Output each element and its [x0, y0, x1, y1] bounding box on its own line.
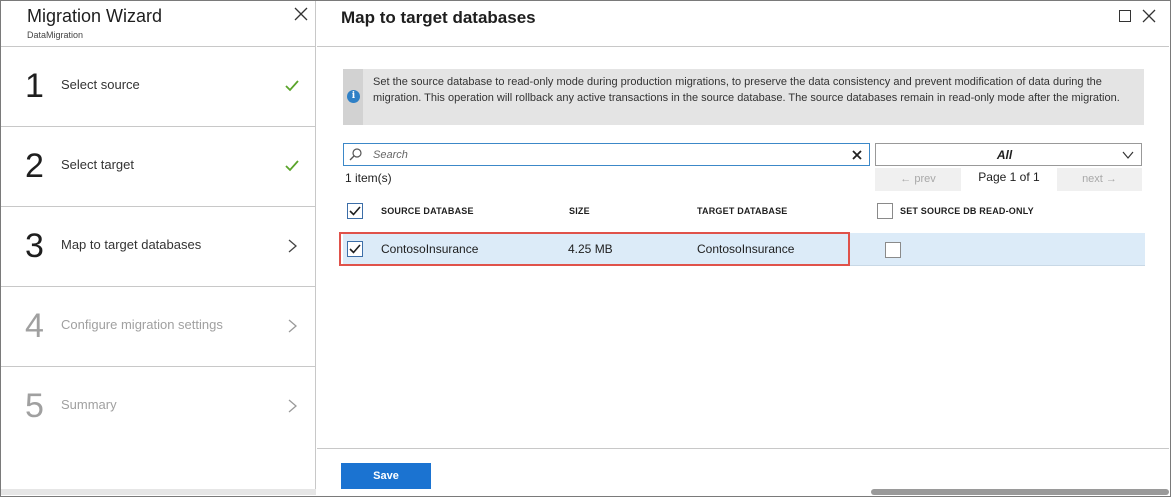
column-header-source-database: SOURCE DATABASE: [381, 206, 474, 216]
maximize-icon[interactable]: [1119, 10, 1131, 22]
cell-size: 4.25 MB: [568, 242, 613, 256]
next-page-button[interactable]: next →: [1057, 168, 1142, 191]
info-banner-text: Set the source database to read-only mod…: [373, 76, 1120, 104]
step-label: Map to target databases: [61, 237, 202, 252]
chevron-down-icon: [1122, 151, 1134, 159]
checkmark-icon: [349, 244, 361, 254]
search-box[interactable]: [343, 143, 870, 166]
cell-source-database: ContosoInsurance: [381, 242, 479, 256]
step-number: 3: [25, 227, 44, 265]
set-readonly-all-checkbox[interactable]: [877, 203, 893, 219]
column-header-target-database: TARGET DATABASE: [697, 206, 788, 216]
filter-selected-value: All: [996, 148, 1013, 162]
step-number: 4: [25, 307, 44, 345]
step-number: 2: [25, 147, 44, 185]
step-configure-migration-settings[interactable]: 4 Configure migration settings: [1, 287, 316, 367]
step-label: Summary: [61, 397, 117, 412]
wizard-footer-strip: [1, 489, 316, 495]
checkmark-icon: [349, 206, 361, 216]
wizard-subtitle: DataMigration: [27, 30, 84, 40]
step-map-target-databases[interactable]: 3 Map to target databases: [1, 207, 316, 287]
item-count: 1 item(s): [345, 171, 392, 185]
chevron-right-icon: [288, 319, 297, 333]
step-select-target[interactable]: 2 Select target: [1, 127, 316, 207]
info-banner: i Set the source database to read-only m…: [343, 69, 1144, 125]
step-select-source[interactable]: 1 Select source: [1, 47, 316, 127]
row-select-checkbox[interactable]: [347, 241, 363, 257]
select-all-checkbox[interactable]: [347, 203, 363, 219]
horizontal-scrollbar[interactable]: [871, 489, 1169, 495]
search-icon: [349, 148, 362, 161]
prev-page-button[interactable]: ← prev: [875, 168, 961, 191]
page-title: Map to target databases: [341, 8, 536, 27]
row-set-readonly-checkbox[interactable]: [885, 242, 901, 258]
checkmark-icon: [285, 80, 299, 92]
step-label: Select source: [61, 77, 140, 92]
step-number: 5: [25, 387, 44, 425]
step-label: Configure migration settings: [61, 317, 223, 332]
clear-search-icon[interactable]: [851, 149, 863, 161]
cell-target-database: ContosoInsurance: [697, 242, 795, 256]
chevron-right-icon: [288, 399, 297, 413]
checkmark-icon: [285, 160, 299, 172]
step-label: Select target: [61, 157, 134, 172]
search-input[interactable]: [373, 147, 833, 163]
column-header-set-source-readonly: SET SOURCE DB READ-ONLY: [900, 206, 1034, 216]
step-number: 1: [25, 67, 44, 105]
info-icon: i: [347, 90, 360, 103]
step-summary[interactable]: 5 Summary: [1, 367, 316, 447]
column-header-size: SIZE: [569, 206, 590, 216]
close-icon[interactable]: [1141, 8, 1157, 24]
pane-header: Map to target databases: [317, 1, 1169, 47]
map-databases-pane: Map to target databases i Set the source…: [317, 1, 1169, 495]
wizard-pane: Migration Wizard DataMigration 1 Select …: [1, 1, 316, 495]
filter-dropdown[interactable]: All: [875, 143, 1142, 166]
page-indicator: Page 1 of 1: [978, 170, 1040, 184]
wizard-header: Migration Wizard DataMigration: [1, 1, 316, 47]
close-icon[interactable]: [293, 6, 309, 22]
wizard-title: Migration Wizard: [27, 6, 163, 26]
chevron-right-icon: [288, 239, 297, 253]
footer-divider: [317, 448, 1169, 449]
save-button[interactable]: Save: [341, 463, 431, 489]
